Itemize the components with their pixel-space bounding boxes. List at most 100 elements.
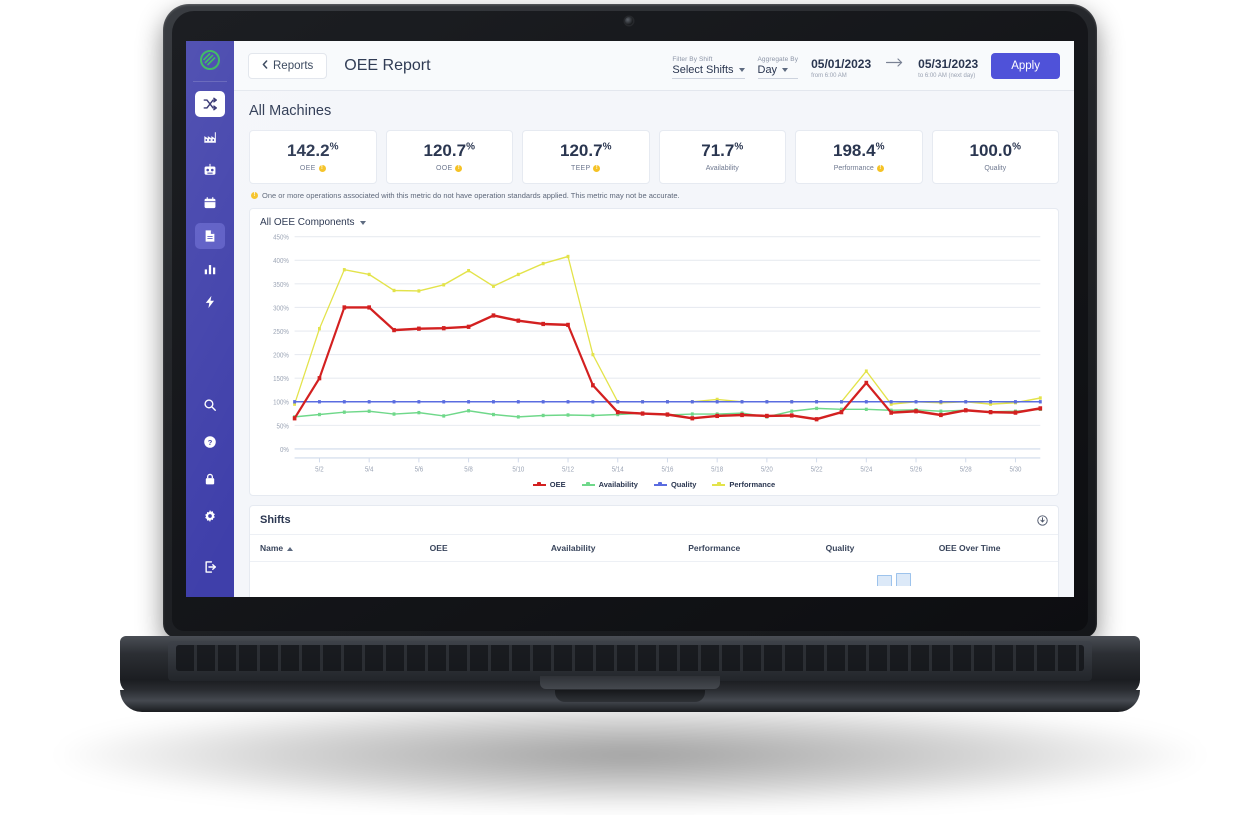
data-point[interactable] <box>1038 400 1042 404</box>
data-point[interactable] <box>914 400 918 404</box>
data-point[interactable] <box>442 283 446 287</box>
data-point[interactable] <box>442 414 446 418</box>
data-point[interactable] <box>815 400 819 404</box>
data-point[interactable] <box>492 412 495 417</box>
data-point[interactable] <box>367 409 371 413</box>
lock-icon[interactable] <box>195 464 225 494</box>
data-point[interactable] <box>541 400 545 404</box>
data-point[interactable] <box>541 261 545 266</box>
sidebar-item-energy[interactable] <box>195 289 225 315</box>
data-point[interactable] <box>914 409 918 414</box>
data-point[interactable] <box>367 400 371 404</box>
date-start-field[interactable]: 05/01/2023 from 6:00 AM <box>811 57 871 79</box>
data-point[interactable] <box>740 412 744 418</box>
data-point[interactable] <box>318 412 321 417</box>
data-point[interactable] <box>740 400 744 404</box>
data-point[interactable] <box>641 400 645 404</box>
apply-button[interactable]: Apply <box>991 52 1060 79</box>
data-point[interactable] <box>963 408 968 413</box>
help-icon[interactable]: ? <box>195 427 225 457</box>
data-point[interactable] <box>690 412 694 416</box>
data-point[interactable] <box>516 272 520 277</box>
data-point[interactable] <box>492 284 495 288</box>
data-point[interactable] <box>392 327 396 333</box>
data-point[interactable] <box>541 321 545 327</box>
data-point[interactable] <box>417 289 421 293</box>
data-point[interactable] <box>640 411 645 416</box>
data-point[interactable] <box>840 400 843 404</box>
chart-component-dropdown[interactable]: All OEE Components <box>260 217 366 228</box>
data-point[interactable] <box>964 400 968 404</box>
legend-item-quality[interactable]: Quality <box>653 480 696 489</box>
reports-back-button[interactable]: Reports <box>248 52 328 79</box>
data-point[interactable] <box>815 406 819 411</box>
data-point[interactable] <box>864 369 868 373</box>
column-header-performance[interactable]: Performance <box>678 535 816 562</box>
data-point[interactable] <box>715 413 719 419</box>
data-point[interactable] <box>566 254 570 259</box>
table-row[interactable] <box>250 562 1058 586</box>
data-point[interactable] <box>342 268 346 272</box>
sidebar-item-robot[interactable] <box>195 157 225 183</box>
filter-by-shift-select[interactable]: Select Shifts <box>672 64 745 79</box>
sidebar-item-factory[interactable] <box>195 124 225 150</box>
data-point[interactable] <box>541 413 545 418</box>
data-point[interactable] <box>939 400 943 404</box>
data-point[interactable] <box>492 400 495 404</box>
data-point[interactable] <box>790 409 794 413</box>
data-point[interactable] <box>516 415 520 419</box>
aggregate-by-select[interactable]: Day <box>757 64 799 79</box>
data-point[interactable] <box>392 412 396 416</box>
data-point[interactable] <box>1038 396 1042 400</box>
logout-icon[interactable] <box>195 552 225 582</box>
data-point[interactable] <box>392 288 396 293</box>
gear-icon[interactable] <box>195 501 225 531</box>
data-point[interactable] <box>988 410 993 415</box>
data-point[interactable] <box>889 410 893 415</box>
legend-item-oee[interactable]: OEE <box>532 480 566 489</box>
data-point[interactable] <box>889 400 893 404</box>
data-point[interactable] <box>1038 406 1043 411</box>
data-point[interactable] <box>318 400 321 404</box>
data-point[interactable] <box>467 409 471 413</box>
data-point[interactable] <box>814 417 819 422</box>
data-point[interactable] <box>665 412 670 417</box>
column-header-oee[interactable]: OEE <box>419 535 541 562</box>
data-point[interactable] <box>417 326 421 331</box>
data-point[interactable] <box>417 410 421 415</box>
data-point[interactable] <box>466 324 471 329</box>
leaf-logo-icon[interactable] <box>199 49 221 71</box>
data-point[interactable] <box>467 268 471 273</box>
column-header-quality[interactable]: Quality <box>815 535 929 562</box>
data-point[interactable] <box>516 400 520 404</box>
data-point[interactable] <box>864 400 868 404</box>
column-header-availability[interactable]: Availability <box>540 535 679 562</box>
warning-icon[interactable]: ! <box>455 165 463 172</box>
data-point[interactable] <box>516 318 521 323</box>
data-point[interactable] <box>715 400 719 404</box>
data-point[interactable] <box>367 272 371 277</box>
data-point[interactable] <box>939 409 943 413</box>
sidebar-item-shuffle[interactable] <box>195 91 225 117</box>
data-point[interactable] <box>292 416 297 421</box>
data-point[interactable] <box>666 400 669 404</box>
warning-icon[interactable]: ! <box>593 165 601 172</box>
data-point[interactable] <box>467 400 471 404</box>
data-point[interactable] <box>591 352 595 357</box>
sidebar-item-calendar[interactable] <box>195 190 225 216</box>
download-icon[interactable] <box>1037 514 1048 526</box>
data-point[interactable] <box>392 400 396 404</box>
date-end-field[interactable]: 05/31/2023 to 6:00 AM (next day) <box>918 57 978 79</box>
data-point[interactable] <box>839 410 844 415</box>
sidebar-item-analytics[interactable] <box>195 256 225 282</box>
data-point[interactable] <box>441 326 446 331</box>
data-point[interactable] <box>566 322 570 328</box>
data-point[interactable] <box>417 400 421 404</box>
column-header-oee-over-time[interactable]: OEE Over Time <box>928 535 1058 562</box>
data-point[interactable] <box>293 400 297 404</box>
legend-item-availability[interactable]: Availability <box>581 480 638 489</box>
data-point[interactable] <box>342 400 346 404</box>
column-header-name[interactable]: Name <box>250 535 420 562</box>
data-point[interactable] <box>989 400 993 404</box>
data-point[interactable] <box>342 305 347 310</box>
